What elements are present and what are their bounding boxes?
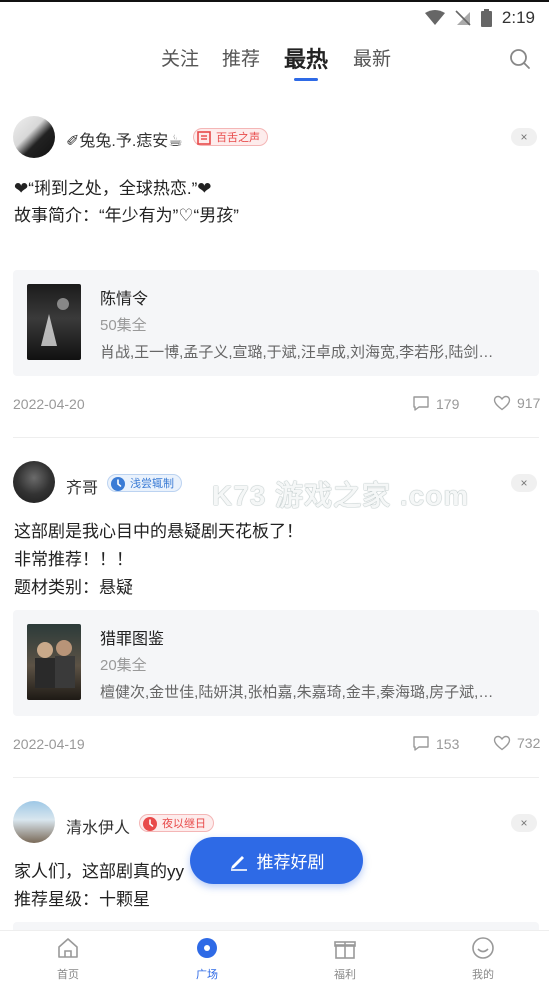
wifi-icon — [424, 10, 445, 25]
like-stat[interactable]: 732 — [493, 735, 540, 751]
username[interactable]: ✐兔兔.予.痣安☕ — [66, 127, 183, 151]
avatar[interactable] — [13, 116, 55, 158]
username[interactable]: 清水伊人 — [66, 814, 130, 838]
post-text-line: 家人们，这部剧真的yy — [14, 862, 184, 881]
drama-card[interactable]: 陈情令 50集全 肖战,王一博,孟子义,宣璐,于斌,汪卓成,刘海宽,李若彤,陆剑… — [13, 270, 539, 376]
drama-episodes: 50集全 — [100, 317, 147, 334]
drama-card[interactable]: 猎罪图鉴 20集全 檀健次,金世佳,陆妍淇,张柏嘉,朱嘉琦,金丰,秦海璐,房子斌… — [13, 610, 539, 716]
like-stat[interactable]: 917 — [493, 395, 540, 411]
post-text-line: 非常推荐！！！ — [14, 550, 133, 569]
nav-mine[interactable]: 我的 — [443, 937, 523, 982]
username[interactable]: 齐哥 — [66, 474, 98, 498]
post-date: 2022-04-20 — [13, 396, 85, 412]
comment-stat[interactable]: 179 — [412, 395, 459, 412]
comment-count: 179 — [436, 395, 460, 412]
close-button[interactable]: × — [511, 128, 537, 146]
comment-icon — [413, 396, 429, 411]
avatar[interactable] — [13, 461, 55, 503]
like-count: 917 — [517, 395, 541, 411]
badge-icon — [111, 477, 125, 491]
drama-episodes: 20集全 — [100, 657, 147, 674]
battery-icon — [480, 9, 492, 27]
fab-label: 推荐好剧 — [256, 853, 325, 872]
pen-icon — [230, 855, 247, 871]
heart-icon — [493, 735, 511, 751]
status-bar: 2:19 — [0, 0, 549, 34]
comment-stat[interactable]: 153 — [412, 735, 459, 752]
avatar[interactable] — [13, 801, 55, 843]
drama-cast: 肖战,王一博,孟子义,宣璐,于斌,汪卓成,刘海宽,李若彤,陆剑… — [100, 344, 494, 361]
nav-label: 我的 — [472, 969, 494, 981]
tab-following[interactable]: 关注 — [161, 44, 199, 71]
nav-home[interactable]: 首页 — [28, 937, 108, 982]
drama-card[interactable] — [13, 922, 539, 930]
close-button[interactable]: × — [511, 474, 537, 492]
tab-hottest[interactable]: 最热 — [284, 42, 328, 74]
nav-square[interactable]: 广场 — [167, 937, 247, 982]
post-text-line: 故事简介：“年少有为”♡“男孩” — [14, 206, 239, 225]
post-date: 2022-04-19 — [13, 736, 85, 752]
user-badge: 百舌之声 — [193, 128, 268, 146]
badge-label: 夜以继日 — [162, 818, 206, 830]
post-text-line: 推荐星级：十颗星 — [14, 890, 150, 909]
badge-label: 百舌之声 — [216, 132, 260, 144]
nav-label: 首页 — [57, 969, 79, 981]
badge-label: 浅尝辄制 — [130, 478, 174, 490]
no-signal-icon — [455, 10, 471, 26]
user-badge: 浅尝辄制 — [107, 474, 182, 492]
tab-recommended[interactable]: 推荐 — [222, 44, 260, 71]
smiley-icon — [472, 937, 494, 959]
watermark: K73 游戏之家 .com — [212, 480, 470, 511]
heart-icon — [493, 395, 511, 411]
feed-tabs: 关注 推荐 最热 最新 — [0, 40, 549, 88]
nav-welfare[interactable]: 福利 — [305, 937, 385, 982]
drama-title: 猎罪图鉴 — [100, 631, 165, 648]
search-icon[interactable] — [509, 48, 531, 70]
post-text-line: 这部剧是我心目中的悬疑剧天花板了！ — [14, 522, 303, 541]
gift-icon — [334, 941, 356, 959]
user-badge: 夜以继日 — [139, 814, 214, 832]
home-icon — [58, 938, 78, 958]
bottom-nav: 首页 广场 福利 我的 — [0, 930, 549, 987]
badge-icon — [143, 817, 157, 831]
nav-label: 福利 — [334, 969, 356, 981]
drama-title: 陈情令 — [100, 291, 149, 308]
drama-poster — [27, 284, 81, 360]
active-tab-indicator — [294, 78, 318, 81]
like-count: 732 — [517, 735, 541, 751]
badge-icon — [197, 131, 211, 145]
post-divider — [13, 777, 539, 778]
post-text-line: ❤“琍到之处，全球热恋.”❤ — [14, 179, 212, 198]
post-text-line: 题材类别：悬疑 — [14, 578, 133, 597]
drama-poster — [27, 624, 81, 700]
comment-icon — [413, 736, 429, 751]
drama-cast: 檀健次,金世佳,陆妍淇,张柏嘉,朱嘉琦,金丰,秦海璐,房子斌,… — [100, 684, 494, 701]
nav-label: 广场 — [196, 969, 218, 981]
recommend-drama-button[interactable]: 推荐好剧 — [190, 837, 363, 884]
tab-newest[interactable]: 最新 — [353, 44, 391, 71]
status-time: 2:19 — [501, 8, 535, 27]
close-button[interactable]: × — [511, 814, 537, 832]
comment-count: 153 — [436, 735, 460, 752]
status-icons: 2:19 — [424, 8, 535, 28]
post-divider — [13, 437, 539, 438]
square-icon — [197, 938, 217, 958]
